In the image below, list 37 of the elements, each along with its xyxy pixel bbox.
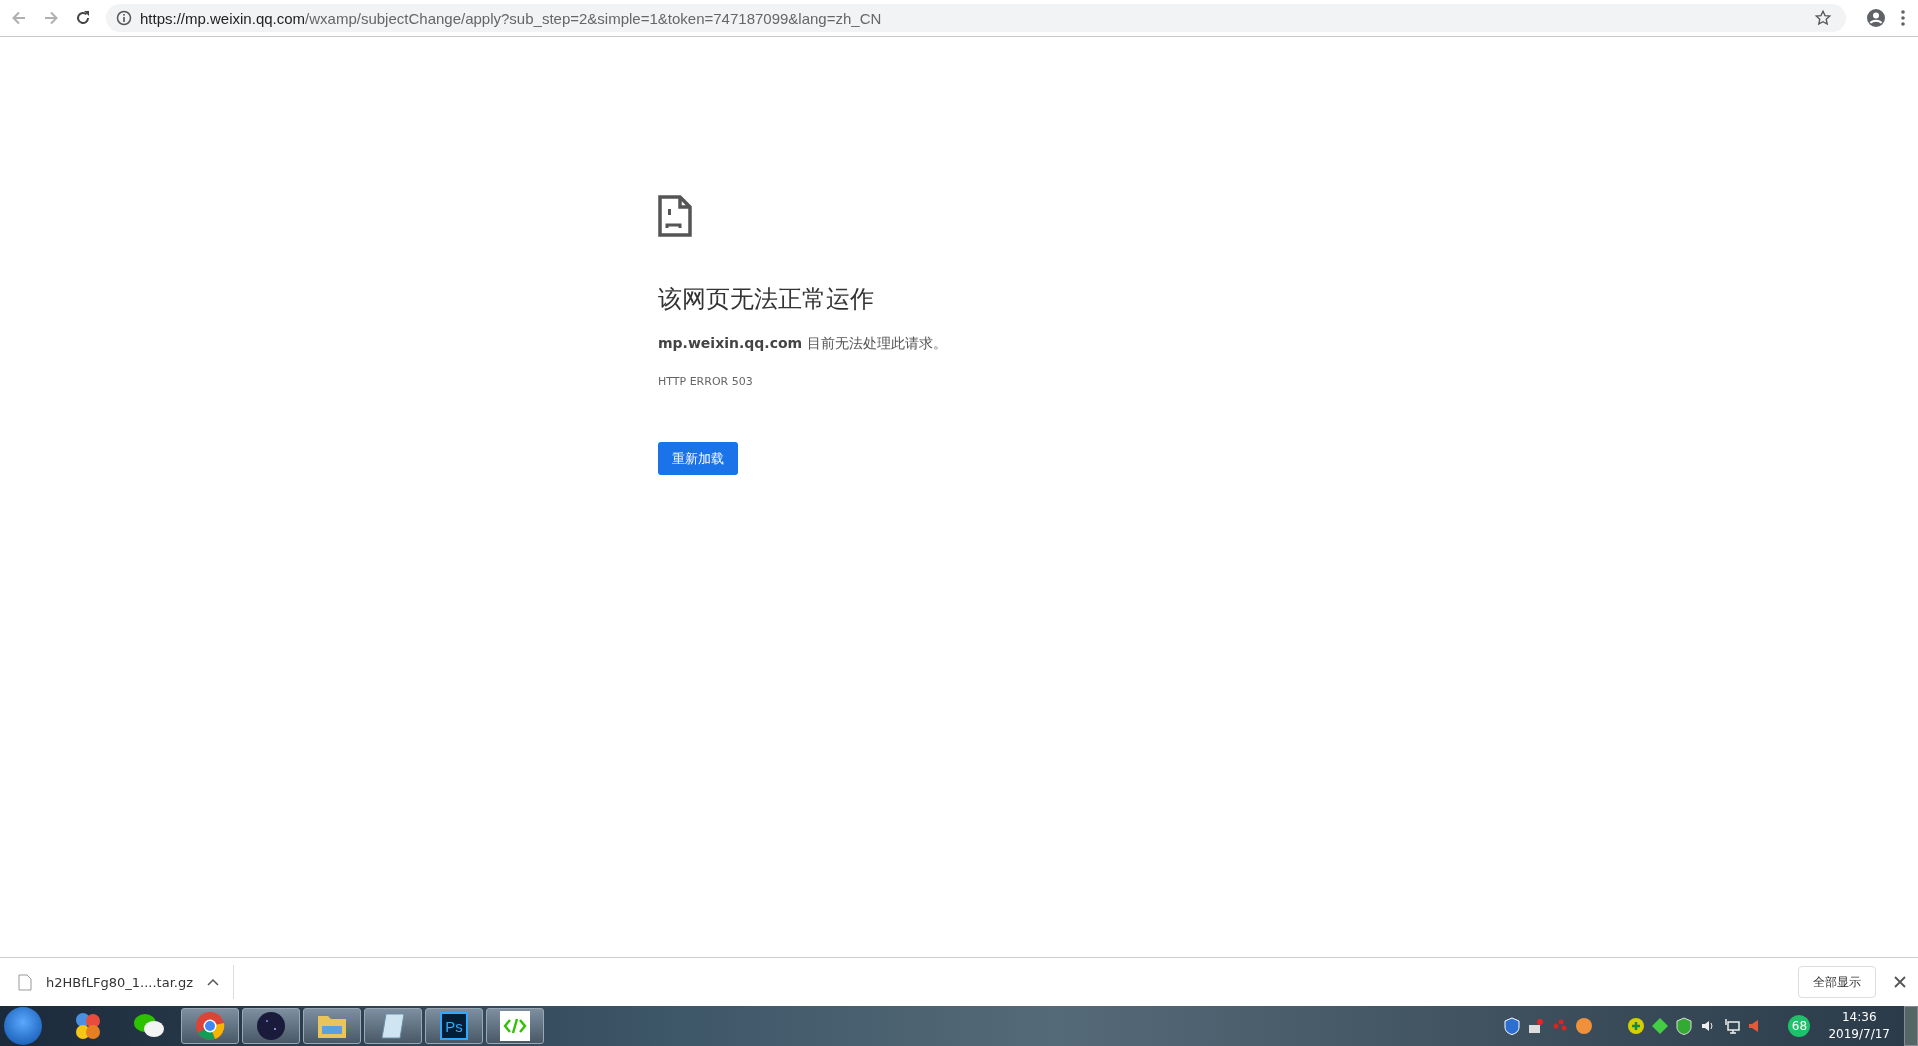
star-icon[interactable] bbox=[1814, 9, 1832, 27]
taskbar-app-button[interactable] bbox=[486, 1008, 544, 1044]
plus-circle-icon[interactable] bbox=[1628, 1018, 1645, 1034]
browser-icon bbox=[195, 1011, 225, 1041]
colorful-circles-icon bbox=[73, 1011, 103, 1041]
profile-icon[interactable] bbox=[1866, 8, 1886, 28]
sad-page-icon bbox=[658, 195, 692, 237]
shield-a-icon[interactable] bbox=[1504, 1017, 1521, 1035]
reload-button[interactable]: 重新加载 bbox=[658, 442, 738, 475]
show-all-button[interactable]: 全部显示 bbox=[1798, 966, 1876, 998]
info-icon[interactable] bbox=[116, 10, 132, 26]
error-message: mp.weixin.qq.com 目前无法处理此请求。 bbox=[658, 335, 947, 353]
start-button[interactable] bbox=[4, 1007, 42, 1045]
shield-icon[interactable] bbox=[1676, 1017, 1693, 1035]
download-filename[interactable]: h2HBfLFg80_1....tar.gz bbox=[46, 974, 194, 990]
taskbar-app-button[interactable] bbox=[181, 1008, 239, 1044]
close-icon[interactable] bbox=[1894, 976, 1906, 988]
error-title: 该网页无法正常运作 bbox=[658, 284, 875, 315]
menu-icon[interactable] bbox=[1900, 9, 1906, 27]
reload-icon[interactable] bbox=[74, 9, 92, 27]
taskbar-app-button[interactable] bbox=[242, 1008, 300, 1044]
url-text: https://mp.weixin.qq.com/wxamp/subjectChange/apply?sub_step=2&simple=1&token=747187099&lang=zh_CN bbox=[140, 9, 882, 27]
dark-orb-icon bbox=[256, 1011, 286, 1041]
chat-bubbles-icon bbox=[133, 1012, 165, 1040]
code-brackets-icon bbox=[500, 1011, 530, 1041]
clock-time[interactable]: 14:36 bbox=[1841, 1009, 1877, 1026]
caret-icon[interactable] bbox=[207, 978, 220, 986]
network-icon[interactable] bbox=[1724, 1018, 1741, 1034]
clock-date[interactable]: 2019/7/17 bbox=[1828, 1026, 1890, 1043]
notepad-icon bbox=[378, 1011, 408, 1041]
taskbar-app-button[interactable] bbox=[364, 1008, 422, 1044]
file-icon bbox=[18, 973, 32, 991]
address-bar[interactable]: https://mp.weixin.qq.com/wxamp/subjectChange/apply?sub_step=2&simple=1&token=747187099&lang=zh_CN bbox=[106, 4, 1846, 32]
diamond-icon[interactable] bbox=[1652, 1018, 1669, 1034]
taskbar-app-button[interactable]: Ps bbox=[425, 1008, 483, 1044]
ps-app-icon: Ps bbox=[440, 1012, 468, 1040]
error-code: HTTP ERROR 503 bbox=[658, 375, 754, 388]
